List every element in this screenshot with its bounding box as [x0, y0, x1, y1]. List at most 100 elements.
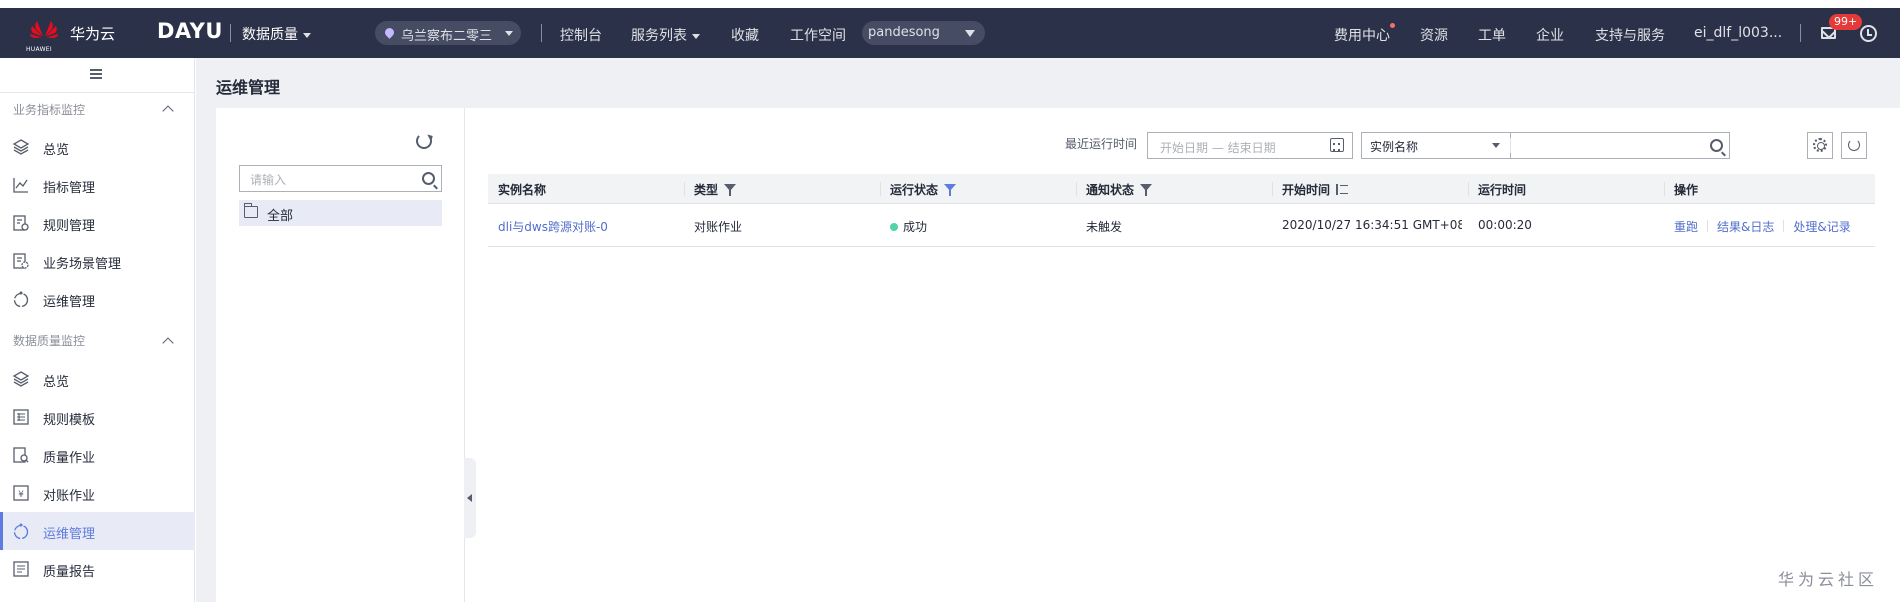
- region-selector[interactable]: 乌兰察布二零三: [375, 21, 521, 45]
- sort-icon[interactable]: [1336, 184, 1349, 195]
- chevron-down-icon: [303, 32, 311, 38]
- handle-records-button[interactable]: 处理&记录: [1793, 220, 1850, 234]
- region-label: 乌兰察布二零三: [401, 29, 493, 44]
- chevron-up-icon[interactable]: [162, 337, 174, 349]
- rerun-button[interactable]: 重跑: [1674, 220, 1698, 234]
- nav-favorites[interactable]: 收藏: [731, 25, 759, 45]
- sidebar-item-scenes[interactable]: 业务场景管理: [0, 242, 195, 280]
- divider: [1800, 24, 1801, 42]
- chart-icon: [13, 178, 28, 193]
- results-logs-button[interactable]: 结果&日志: [1717, 220, 1774, 234]
- header-label: 通知状态: [1086, 183, 1135, 197]
- table-row: dli与dws跨源对账-0 对账作业 成功 未触发 2020/10/27 16:…: [488, 204, 1875, 247]
- folder-icon: [244, 203, 258, 218]
- refresh-icon[interactable]: [416, 133, 432, 149]
- tree-search-input[interactable]: 请输入: [239, 165, 442, 192]
- th-actions: 操作: [1664, 174, 1875, 204]
- divider: [541, 24, 542, 42]
- nav-support[interactable]: 支持与服务: [1595, 25, 1665, 45]
- tree-node-all[interactable]: 全部: [239, 200, 442, 226]
- tree-node-label: 全部: [267, 209, 294, 224]
- user-account[interactable]: ei_dlf_l003...: [1694, 25, 1782, 41]
- header-label: 操作: [1674, 183, 1699, 197]
- nav-enterprise[interactable]: 企业: [1536, 25, 1564, 45]
- instance-name-link[interactable]: dli与dws跨源对账-0: [488, 204, 684, 247]
- chevron-up-icon[interactable]: [162, 105, 174, 117]
- nav-billing[interactable]: 费用中心: [1334, 25, 1390, 45]
- sidebar-item-quality-overview[interactable]: 总览: [0, 360, 195, 398]
- th-start-time[interactable]: 开始时间: [1272, 174, 1468, 204]
- search-icon[interactable]: [1710, 139, 1723, 152]
- sidebar-item-rules[interactable]: 规则管理: [0, 204, 195, 242]
- sidebar-item-label: 运维管理: [43, 295, 96, 310]
- status-label: 成功: [903, 220, 928, 234]
- nav-service-list[interactable]: 服务列表: [631, 25, 700, 45]
- sidebar-item-label: 总览: [43, 143, 70, 158]
- header-label: 运行时间: [1478, 183, 1527, 197]
- module-label: 数据质量: [242, 27, 298, 43]
- sidebar-item-quality-ops[interactable]: 运维管理: [0, 512, 195, 550]
- watermark: 华为云社区: [1778, 570, 1879, 589]
- th-run-status: 运行状态: [880, 174, 1076, 204]
- date-range-picker[interactable]: 开始日期 — 结束日期: [1147, 132, 1353, 159]
- product-name[interactable]: DAYU: [157, 19, 223, 43]
- sidebar-item-reconcile-jobs[interactable]: ¥ 对账作业: [0, 474, 195, 512]
- group-title-business[interactable]: 业务指标监控: [13, 101, 85, 118]
- nav-console[interactable]: 控制台: [560, 25, 602, 45]
- date-placeholder: 开始日期 — 结束日期: [1160, 141, 1276, 155]
- nav-label: 服务列表: [631, 28, 687, 44]
- filter-label-recent-run: 最近运行时间: [1065, 137, 1138, 151]
- nav-workspace: 工作空间: [790, 28, 846, 44]
- filter-icon[interactable]: [724, 184, 737, 196]
- attribute-select-value: 实例名称: [1370, 140, 1419, 154]
- chevron-down-icon: [1492, 143, 1500, 148]
- refresh-button[interactable]: [1841, 132, 1867, 159]
- sidebar-item-metrics[interactable]: 指标管理: [0, 166, 195, 204]
- divider: [0, 92, 195, 93]
- workspace-select[interactable]: pandesong: [862, 21, 985, 45]
- quality-job-icon: [13, 447, 29, 463]
- notification-dot: [1390, 23, 1395, 28]
- brand-name[interactable]: 华为云: [70, 23, 115, 44]
- th-notify-status: 通知状态: [1076, 174, 1272, 204]
- sidebar-item-label: 运维管理: [43, 527, 96, 542]
- settings-button[interactable]: [1807, 132, 1833, 159]
- sidebar-item-business-ops[interactable]: 运维管理: [0, 280, 195, 318]
- menu-toggle-icon[interactable]: [90, 69, 102, 79]
- attribute-select[interactable]: 实例名称: [1361, 132, 1511, 159]
- sidebar-item-label: 对账作业: [43, 489, 96, 504]
- sidebar-item-label: 规则管理: [43, 219, 96, 234]
- top-band: [0, 0, 1900, 8]
- filter-icon[interactable]: [1140, 184, 1153, 196]
- group-title-quality[interactable]: 数据质量监控: [13, 332, 85, 349]
- chevron-down-icon: [692, 33, 700, 39]
- module-switcher[interactable]: 数据质量: [242, 24, 311, 44]
- sidebar-item-quality-jobs[interactable]: 质量作业: [0, 436, 195, 474]
- search-input[interactable]: [1510, 132, 1730, 159]
- rule-doc-icon: [13, 215, 29, 231]
- search-icon[interactable]: [422, 172, 435, 185]
- filter-icon[interactable]: [944, 184, 957, 196]
- chevron-down-icon: [505, 31, 513, 36]
- search-placeholder: 请输入: [250, 173, 287, 187]
- calendar-icon[interactable]: [1330, 138, 1344, 152]
- reconcile-icon: ¥: [13, 485, 29, 501]
- layers-icon: [12, 139, 30, 155]
- sidebar-item-label: 质量报告: [43, 565, 96, 580]
- content-panel: 请输入 全部 最近运行时间 开始日期 — 结束日期 实例名称 实例名称 类型 运…: [216, 108, 1900, 602]
- sidebar-item-quality-report[interactable]: 质量报告: [0, 550, 195, 588]
- nav-resources[interactable]: 资源: [1420, 25, 1448, 45]
- sidebar-item-rule-templates[interactable]: 规则模板: [0, 398, 195, 436]
- collapse-panel-handle[interactable]: [464, 458, 476, 538]
- header-label: 开始时间: [1282, 183, 1331, 197]
- nav-tickets[interactable]: 工单: [1478, 25, 1506, 45]
- cycle-icon: [13, 523, 29, 540]
- report-icon: [13, 561, 29, 577]
- sidebar-item-business-overview[interactable]: 总览: [0, 128, 195, 166]
- clock-icon[interactable]: [1860, 25, 1877, 42]
- app-root: HUAWEI 华为云 DAYU 数据质量 乌兰察布二零三 控制台 服务列表 收藏…: [0, 0, 1900, 602]
- sidebar: 业务指标监控 总览 指标管理 规则管理 业务场景管理 运维管理 数据质量监控 总…: [0, 58, 195, 602]
- workspace-value: pandesong: [868, 25, 940, 40]
- cell-type: 对账作业: [694, 220, 743, 234]
- refresh-icon: [1848, 139, 1860, 151]
